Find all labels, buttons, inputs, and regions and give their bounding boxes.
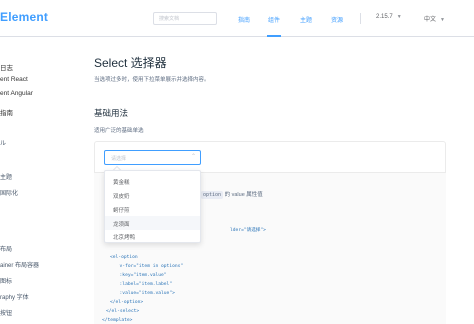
select-option[interactable]: 黄金糕 [105, 174, 200, 188]
search-input[interactable]: 搜索文档 [153, 12, 217, 25]
sidebar-item-typography[interactable]: raphy 字体 [0, 292, 29, 301]
chevron-down-icon: ▼ [396, 14, 402, 20]
select-option[interactable]: 蚵仔煎 [105, 202, 200, 216]
page-description: 当选项过多时，使用下拉菜单展示并选择内容。 [94, 77, 210, 83]
chevron-down-icon: ▼ [440, 17, 445, 23]
page: Element 搜索文档 指南 组件 主题 资源 2.15.7 ▼ 中文 ▼ 日志 … [0, 0, 474, 324]
select-input[interactable]: 请选择 ⌃ [104, 150, 201, 165]
code-line: v-for="item in options" [114, 264, 184, 269]
sidebar-item-icon[interactable]: 图标 [0, 276, 12, 285]
select-option[interactable]: 北京烤鸭 [105, 229, 200, 243]
nav-resources[interactable]: 资源 [331, 15, 343, 24]
select-placeholder: 请选择 [111, 156, 127, 162]
nav-guide[interactable]: 指南 [238, 15, 250, 24]
select-option[interactable]: 龙须面 [105, 216, 200, 230]
code-line: :label="item.label" [114, 282, 173, 287]
chevron-up-icon[interactable]: ⌃ [191, 153, 196, 160]
nav-components[interactable]: 组件 [268, 15, 280, 24]
sidebar-item-theme[interactable]: 主题 [0, 172, 12, 181]
logo[interactable]: Element [0, 10, 48, 24]
sidebar-item-layout[interactable]: 布局 [0, 244, 12, 253]
code-line: </el-option> [110, 300, 144, 305]
sidebar-item-i18n[interactable]: 国际化 [0, 188, 18, 197]
sidebar-item-button[interactable]: 按钮 [0, 308, 12, 317]
select-option[interactable]: 双皮奶 [105, 188, 200, 202]
code-line: :key="item.value" [114, 273, 167, 278]
active-nav-indicator [267, 35, 281, 37]
sidebar-item-react[interactable]: ent React [0, 76, 28, 83]
tip-text: 的 value 属性值 [224, 192, 263, 198]
page-title: Select 选择器 [94, 56, 167, 70]
section-title: 基础用法 [94, 108, 129, 118]
tip-code: option [201, 191, 224, 199]
version-dropdown[interactable]: 2.15.7 ▼ [376, 14, 402, 20]
header-divider [360, 13, 361, 24]
sidebar-item-changelog[interactable]: 日志 [0, 62, 13, 72]
code-line: </template> [102, 318, 133, 323]
sidebar-item-container[interactable]: ainer 布局容器 [0, 260, 39, 269]
version-label: 2.15.7 [376, 14, 393, 20]
nav-theme[interactable]: 主题 [300, 15, 312, 24]
sidebar-item-guide[interactable]: 指南 [0, 107, 13, 117]
demo-tip: option 的 value 属性值 [201, 190, 263, 199]
language-dropdown[interactable]: 中文 ▼ [424, 14, 445, 23]
code-line: </el-select> [106, 309, 140, 314]
top-header: Element 搜索文档 指南 组件 主题 资源 2.15.7 ▼ 中文 ▼ [0, 0, 474, 37]
sidebar-item-angular[interactable]: ent Angular [0, 90, 33, 97]
code-line: lder="请选择"> [230, 228, 266, 233]
select-dropdown: 黄金糕 双皮奶 蚵仔煎 龙须面 北京烤鸭 [104, 170, 201, 243]
code-line: <el-option [110, 255, 138, 260]
code-line: :value="item.value"> [114, 291, 175, 296]
language-label: 中文 [424, 17, 437, 23]
sidebar-item[interactable]: ル [0, 138, 6, 147]
sidebar: 日志 ent React ent Angular 指南 ル 主题 国际化 布局 … [0, 38, 78, 324]
section-description: 适用广泛的基础单选 [94, 128, 144, 134]
